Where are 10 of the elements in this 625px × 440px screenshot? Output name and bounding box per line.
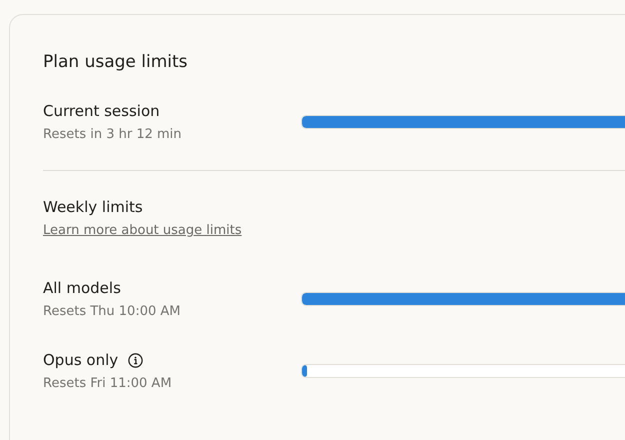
reset-time: Resets Thu 10:00 AM (43, 303, 182, 320)
section-heading: Weekly limits (43, 197, 144, 217)
limit-label: Current session (43, 101, 161, 121)
limit-label: Opus only (43, 350, 118, 370)
info-icon[interactable] (128, 352, 144, 368)
reset-time: Resets Fri 11:00 AM (43, 375, 173, 392)
section-title: Plan usage limits (43, 51, 189, 73)
limit-label: All models (43, 278, 121, 298)
reset-time: Resets in 3 hr 12 min (43, 126, 183, 143)
learn-more-link[interactable]: Learn more about usage limits (43, 223, 242, 238)
